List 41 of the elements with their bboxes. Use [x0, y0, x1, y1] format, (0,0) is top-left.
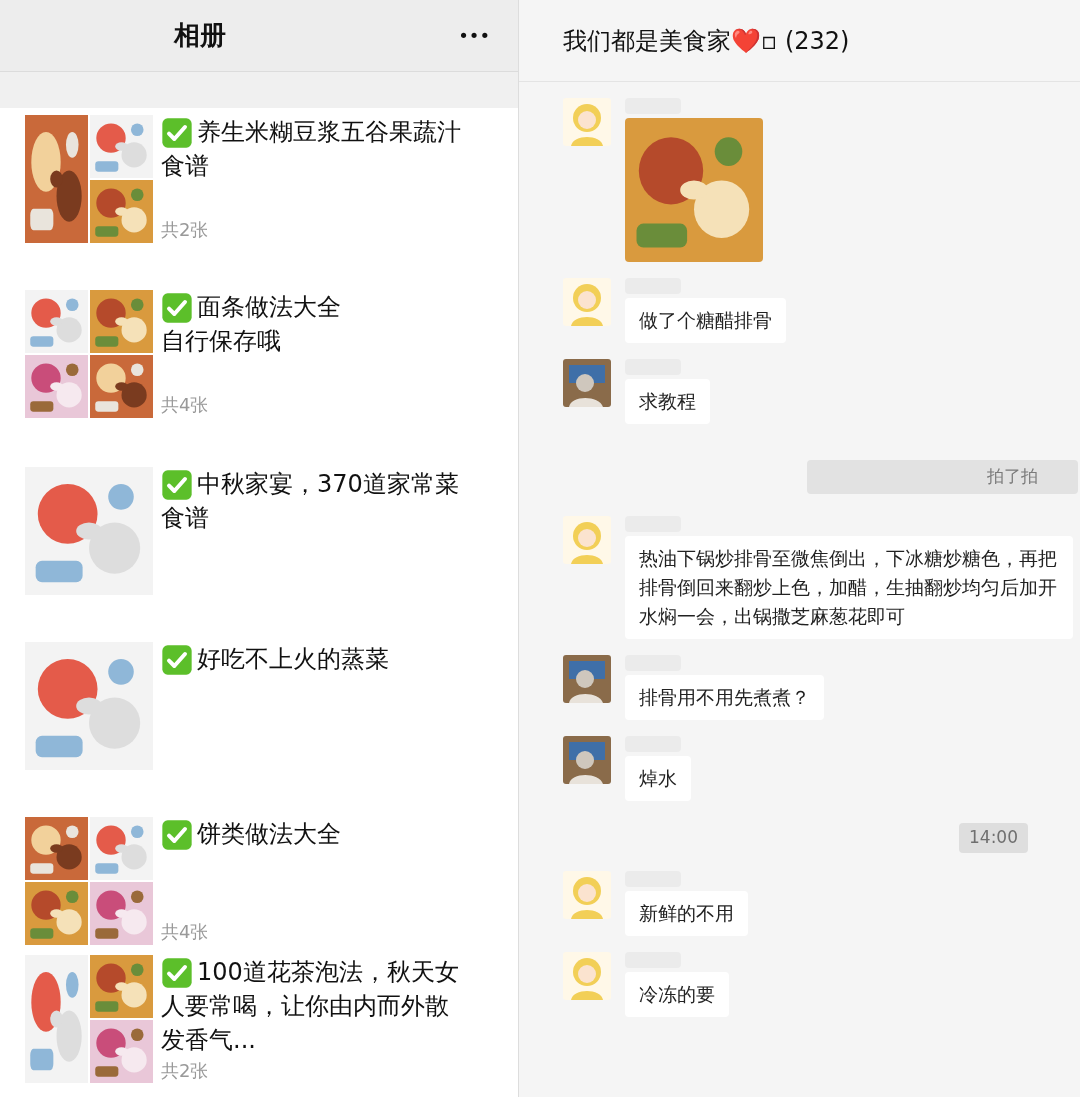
checkmark-icon [161, 117, 193, 149]
checkmark-icon [161, 644, 193, 676]
message-bubble: 冷冻的要 [625, 971, 729, 1017]
message-bubble: 做了个糖醋排骨 [625, 298, 786, 343]
photo-count: 共4张 [161, 393, 210, 417]
album-entry-title[interactable]: 发香气... [161, 1023, 256, 1057]
avatar-icon [563, 736, 611, 784]
avatar-icon [563, 870, 611, 919]
avatar-icon [563, 516, 611, 564]
album-entry-title[interactable]: 好吃不上火的蒸菜 [197, 642, 389, 676]
checkmark-icon [161, 292, 193, 324]
checkmark-icon [161, 957, 193, 989]
timestamp: 14:00 [959, 823, 1028, 853]
pat-text: 拍了拍 [987, 465, 1038, 489]
album-title: 相册 [174, 19, 226, 52]
message-bubble: 热油下锅炒排骨至微焦倒出，下冰糖炒糖色，再把排骨倒回来翻炒上色，加醋，生抽翻炒均匀后加开水焖一会，出锅撒芝麻葱花即可 [625, 536, 1073, 639]
album-entry-title[interactable]: 人要常喝，让你由内而外散 [161, 989, 449, 1023]
album-entry-title[interactable]: 养生米糊豆浆五谷果蔬汁 [197, 115, 461, 149]
photo-count: 共2张 [161, 218, 210, 242]
album-entry-title[interactable]: 饼类做法大全 [197, 817, 341, 851]
avatar-icon [563, 359, 611, 407]
album-entry-title[interactable]: 食谱 [161, 149, 209, 183]
more-button[interactable]: ••• [458, 22, 490, 49]
photo-count: 共4张 [161, 920, 210, 944]
message-bubble: 焯水 [625, 756, 691, 801]
album-entry-title[interactable]: 自行保存哦 [161, 324, 281, 358]
message-bubble: 新鲜的不用 [625, 890, 748, 936]
photo-count: 共2张 [161, 1059, 210, 1083]
album-entry-title[interactable]: 食谱 [161, 501, 209, 535]
avatar-icon [563, 951, 611, 1000]
album-entry-title[interactable]: 100道花茶泡法，秋天女 [197, 955, 459, 989]
checkmark-icon [161, 819, 193, 851]
avatar-icon [563, 98, 611, 146]
album-entry-title[interactable]: 中秋家宴，370道家常菜 [197, 467, 459, 501]
avatar-icon [563, 278, 611, 326]
message-bubble: 求教程 [625, 379, 710, 424]
avatar-icon [563, 655, 611, 703]
album-entry-title[interactable]: 面条做法大全 [197, 290, 341, 324]
checkmark-icon [161, 469, 193, 501]
chat-title: 我们都是美食家❤▫ (232) [563, 25, 850, 57]
message-bubble: 排骨用不用先煮煮？ [625, 675, 824, 720]
